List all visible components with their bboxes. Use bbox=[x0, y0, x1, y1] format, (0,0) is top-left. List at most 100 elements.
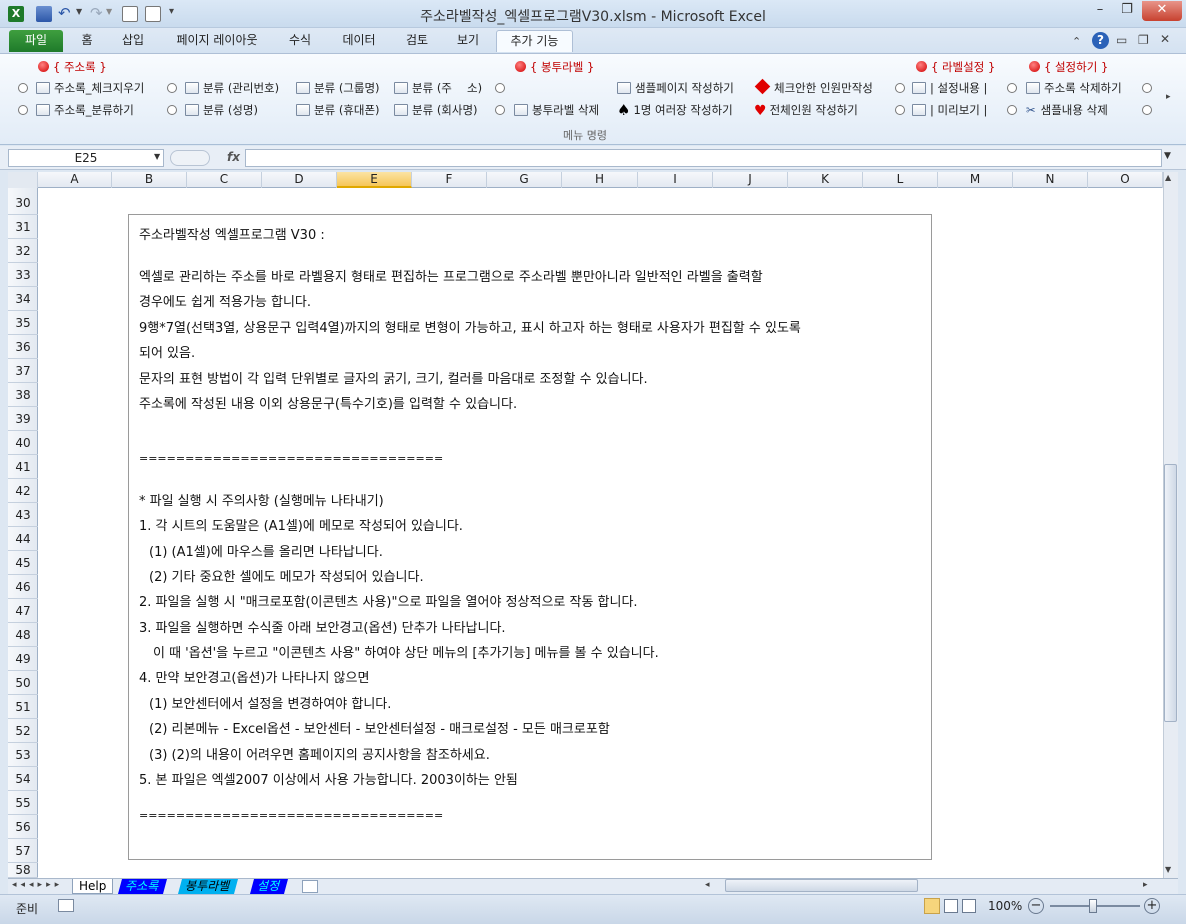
classify-company-button[interactable]: 분류 (회사명) bbox=[394, 102, 478, 118]
zoom-slider-thumb[interactable] bbox=[1089, 899, 1097, 913]
row-header[interactable]: 45 bbox=[8, 551, 38, 575]
addr-delete-button[interactable]: 주소록 삭제하기 bbox=[1026, 80, 1122, 96]
radio-option[interactable] bbox=[167, 105, 177, 115]
formula-expand-icon[interactable] bbox=[170, 150, 210, 166]
column-header[interactable]: H bbox=[562, 172, 638, 188]
row-header[interactable]: 33 bbox=[8, 263, 38, 287]
unchecked-only-button[interactable]: 체크안한 인원만작성 bbox=[754, 78, 873, 96]
row-header[interactable]: 41 bbox=[8, 455, 38, 479]
row-header[interactable]: 40 bbox=[8, 431, 38, 455]
row-header[interactable]: 54 bbox=[8, 767, 38, 791]
row-header[interactable]: 35 bbox=[8, 311, 38, 335]
radio-option[interactable] bbox=[895, 83, 905, 93]
vertical-scroll-thumb[interactable] bbox=[1164, 464, 1177, 722]
zoom-out-icon[interactable]: − bbox=[1028, 898, 1044, 914]
insert-function-icon[interactable]: fx bbox=[227, 150, 240, 164]
radio-option[interactable] bbox=[1142, 105, 1152, 115]
column-header[interactable]: I bbox=[638, 172, 713, 188]
column-header[interactable]: K bbox=[788, 172, 863, 188]
ribbon-scroll-right-icon[interactable]: ▸ bbox=[1166, 92, 1171, 102]
page-layout-view-icon[interactable] bbox=[944, 899, 958, 913]
row-header[interactable]: 48 bbox=[8, 623, 38, 647]
radio-option[interactable] bbox=[167, 83, 177, 93]
row-header[interactable]: 47 bbox=[8, 599, 38, 623]
sheet-tab-help[interactable]: Help bbox=[72, 879, 114, 894]
formula-input[interactable] bbox=[245, 149, 1162, 167]
sheet-nav-icons[interactable]: ◂◂◂▸▸▸ bbox=[12, 880, 63, 890]
row-header[interactable]: 42 bbox=[8, 479, 38, 503]
column-header[interactable]: B bbox=[112, 172, 187, 188]
workbook-close-icon[interactable]: ✕ bbox=[1160, 32, 1170, 46]
column-header[interactable]: G bbox=[487, 172, 562, 188]
horizontal-scroll-thumb[interactable] bbox=[725, 879, 918, 892]
workbook-restore-icon[interactable]: ❐ bbox=[1138, 33, 1149, 47]
radio-option[interactable] bbox=[1007, 83, 1017, 93]
row-header[interactable]: 37 bbox=[8, 359, 38, 383]
one-person-multi-button[interactable]: ♠ 1명 여러장 작성하기 bbox=[617, 102, 733, 118]
select-all-corner[interactable] bbox=[8, 172, 38, 188]
scroll-right-icon[interactable]: ▸ bbox=[1143, 880, 1148, 890]
row-header[interactable]: 49 bbox=[8, 647, 38, 671]
row-header[interactable]: 44 bbox=[8, 527, 38, 551]
row-header[interactable]: 34 bbox=[8, 287, 38, 311]
sheet-tab-address-book[interactable]: 주소록 bbox=[117, 879, 168, 894]
zoom-in-icon[interactable]: + bbox=[1144, 898, 1160, 914]
sample-delete-button[interactable]: ✂ 샘플내용 삭제 bbox=[1026, 102, 1108, 118]
restore-button[interactable]: ❐ bbox=[1114, 1, 1140, 21]
row-header[interactable]: 52 bbox=[8, 719, 38, 743]
scroll-up-icon[interactable]: ▲ bbox=[1165, 173, 1171, 182]
workbook-minimize-icon[interactable]: ▭ bbox=[1116, 33, 1127, 47]
tab-data[interactable]: 데이터 bbox=[331, 30, 387, 52]
radio-option[interactable] bbox=[18, 83, 28, 93]
row-header[interactable]: 56 bbox=[8, 815, 38, 839]
column-header[interactable]: D bbox=[262, 172, 337, 188]
row-header[interactable]: 36 bbox=[8, 335, 38, 359]
sample-page-button[interactable]: 샘플페이지 작성하기 bbox=[617, 80, 734, 96]
radio-option[interactable] bbox=[1142, 83, 1152, 93]
row-header[interactable]: 38 bbox=[8, 383, 38, 407]
row-header[interactable]: 57 bbox=[8, 839, 38, 863]
column-header[interactable]: J bbox=[713, 172, 788, 188]
classify-mgmt-button[interactable]: 분류 (관리번호) bbox=[185, 80, 279, 96]
row-header[interactable]: 58 bbox=[8, 863, 38, 878]
name-box-dropdown-icon[interactable]: ▼ bbox=[154, 152, 160, 161]
tab-file[interactable]: 파일 bbox=[9, 30, 63, 52]
radio-option[interactable] bbox=[18, 105, 28, 115]
radio-option[interactable] bbox=[495, 83, 505, 93]
row-header[interactable]: 39 bbox=[8, 407, 38, 431]
setting-content-button[interactable]: | 설정내용 | bbox=[912, 80, 987, 96]
column-header[interactable]: M bbox=[938, 172, 1013, 188]
radio-option[interactable] bbox=[495, 105, 505, 115]
macro-record-icon[interactable] bbox=[58, 899, 74, 912]
column-header[interactable]: F bbox=[412, 172, 487, 188]
addr-classify-button[interactable]: 주소록_분류하기 bbox=[36, 102, 134, 118]
zoom-level[interactable]: 100% bbox=[988, 899, 1022, 913]
addr-check-clear-button[interactable]: 주소록_체크지우기 bbox=[36, 80, 144, 96]
classify-mobile-button[interactable]: 분류 (휴대폰) bbox=[296, 102, 380, 118]
classify-name-button[interactable]: 분류 (성명) bbox=[185, 102, 258, 118]
scroll-down-icon[interactable]: ▼ bbox=[1165, 865, 1171, 874]
row-header[interactable]: 31 bbox=[8, 215, 38, 239]
column-header[interactable]: L bbox=[863, 172, 938, 188]
tab-review[interactable]: 검토 bbox=[395, 30, 439, 52]
sheet-tab-envelope-label[interactable]: 봉투라벨 bbox=[177, 879, 239, 894]
formula-expand-down-icon[interactable]: ▼ bbox=[1164, 151, 1171, 161]
row-header[interactable]: 51 bbox=[8, 695, 38, 719]
column-header[interactable]: C bbox=[187, 172, 262, 188]
column-header-selected[interactable]: E bbox=[337, 172, 412, 188]
normal-view-icon[interactable] bbox=[924, 898, 940, 914]
page-break-view-icon[interactable] bbox=[962, 899, 976, 913]
tab-formulas[interactable]: 수식 bbox=[280, 30, 320, 52]
tab-home[interactable]: 홈 bbox=[72, 30, 102, 52]
row-header[interactable]: 32 bbox=[8, 239, 38, 263]
row-header[interactable]: 50 bbox=[8, 671, 38, 695]
column-header[interactable]: N bbox=[1013, 172, 1088, 188]
scroll-left-icon[interactable]: ◂ bbox=[705, 880, 710, 890]
minimize-ribbon-icon[interactable]: ⌃ bbox=[1072, 35, 1081, 48]
close-button[interactable]: ✕ bbox=[1142, 1, 1182, 21]
radio-option[interactable] bbox=[1007, 105, 1017, 115]
tab-addins[interactable]: 추가 기능 bbox=[496, 30, 573, 52]
radio-option[interactable] bbox=[895, 105, 905, 115]
preview-button[interactable]: | 미리보기 | bbox=[912, 102, 987, 118]
minimize-button[interactable]: – bbox=[1086, 1, 1114, 21]
